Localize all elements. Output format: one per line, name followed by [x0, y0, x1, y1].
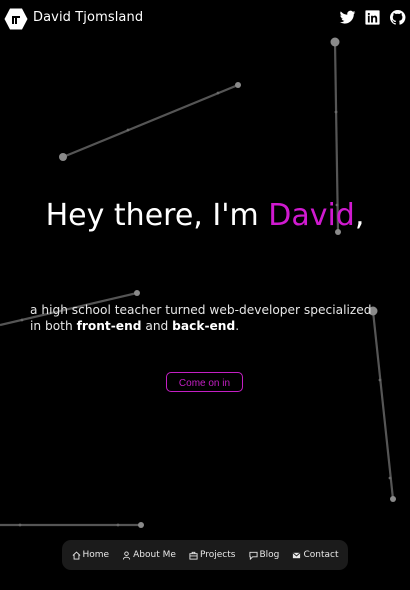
- tagline-text: and: [141, 319, 173, 334]
- social-links: [339, 9, 406, 26]
- tagline-back-end: back-end: [172, 319, 236, 334]
- github-icon[interactable]: [389, 9, 406, 26]
- hero-title: Hey there, I'm David,: [0, 198, 410, 233]
- tagline-front-end: front-end: [76, 319, 142, 334]
- nav-label: Contact: [303, 550, 339, 560]
- nav-item-projects[interactable]: Projects: [189, 550, 235, 560]
- briefcase-icon: [189, 551, 198, 560]
- nav-item-home[interactable]: Home: [72, 550, 110, 560]
- nav-item-contact[interactable]: Contact: [292, 550, 338, 560]
- nav-label: Blog: [259, 550, 280, 560]
- bottom-nav: Home About Me Projects Blog Contact: [62, 540, 348, 570]
- site-name[interactable]: David Tjomsland: [33, 10, 143, 25]
- hero-greeting: Hey there, I'm: [45, 198, 269, 233]
- tagline-text: .: [235, 319, 240, 334]
- hexagon-logo-icon[interactable]: [4, 7, 28, 31]
- site-header: David Tjomsland: [0, 0, 410, 38]
- twitter-icon[interactable]: [339, 9, 356, 26]
- linkedin-icon[interactable]: [364, 9, 381, 26]
- nav-item-about-me[interactable]: About Me: [122, 550, 176, 560]
- nav-label: About Me: [133, 550, 176, 560]
- come-on-in-button[interactable]: Come on in: [166, 372, 243, 392]
- person-icon: [123, 550, 131, 560]
- home-icon: [72, 550, 80, 560]
- hero-name: David: [268, 198, 355, 233]
- hero-tagline: a high school teacher turned web-develop…: [30, 302, 380, 334]
- nav-item-blog[interactable]: Blog: [248, 550, 280, 560]
- nav-label: Home: [82, 550, 110, 560]
- mail-icon: [293, 551, 301, 558]
- chat-icon: [248, 551, 258, 560]
- background-network-lines: [0, 37, 396, 528]
- hero-punctuation: ,: [354, 198, 365, 233]
- nav-label: Projects: [199, 550, 236, 560]
